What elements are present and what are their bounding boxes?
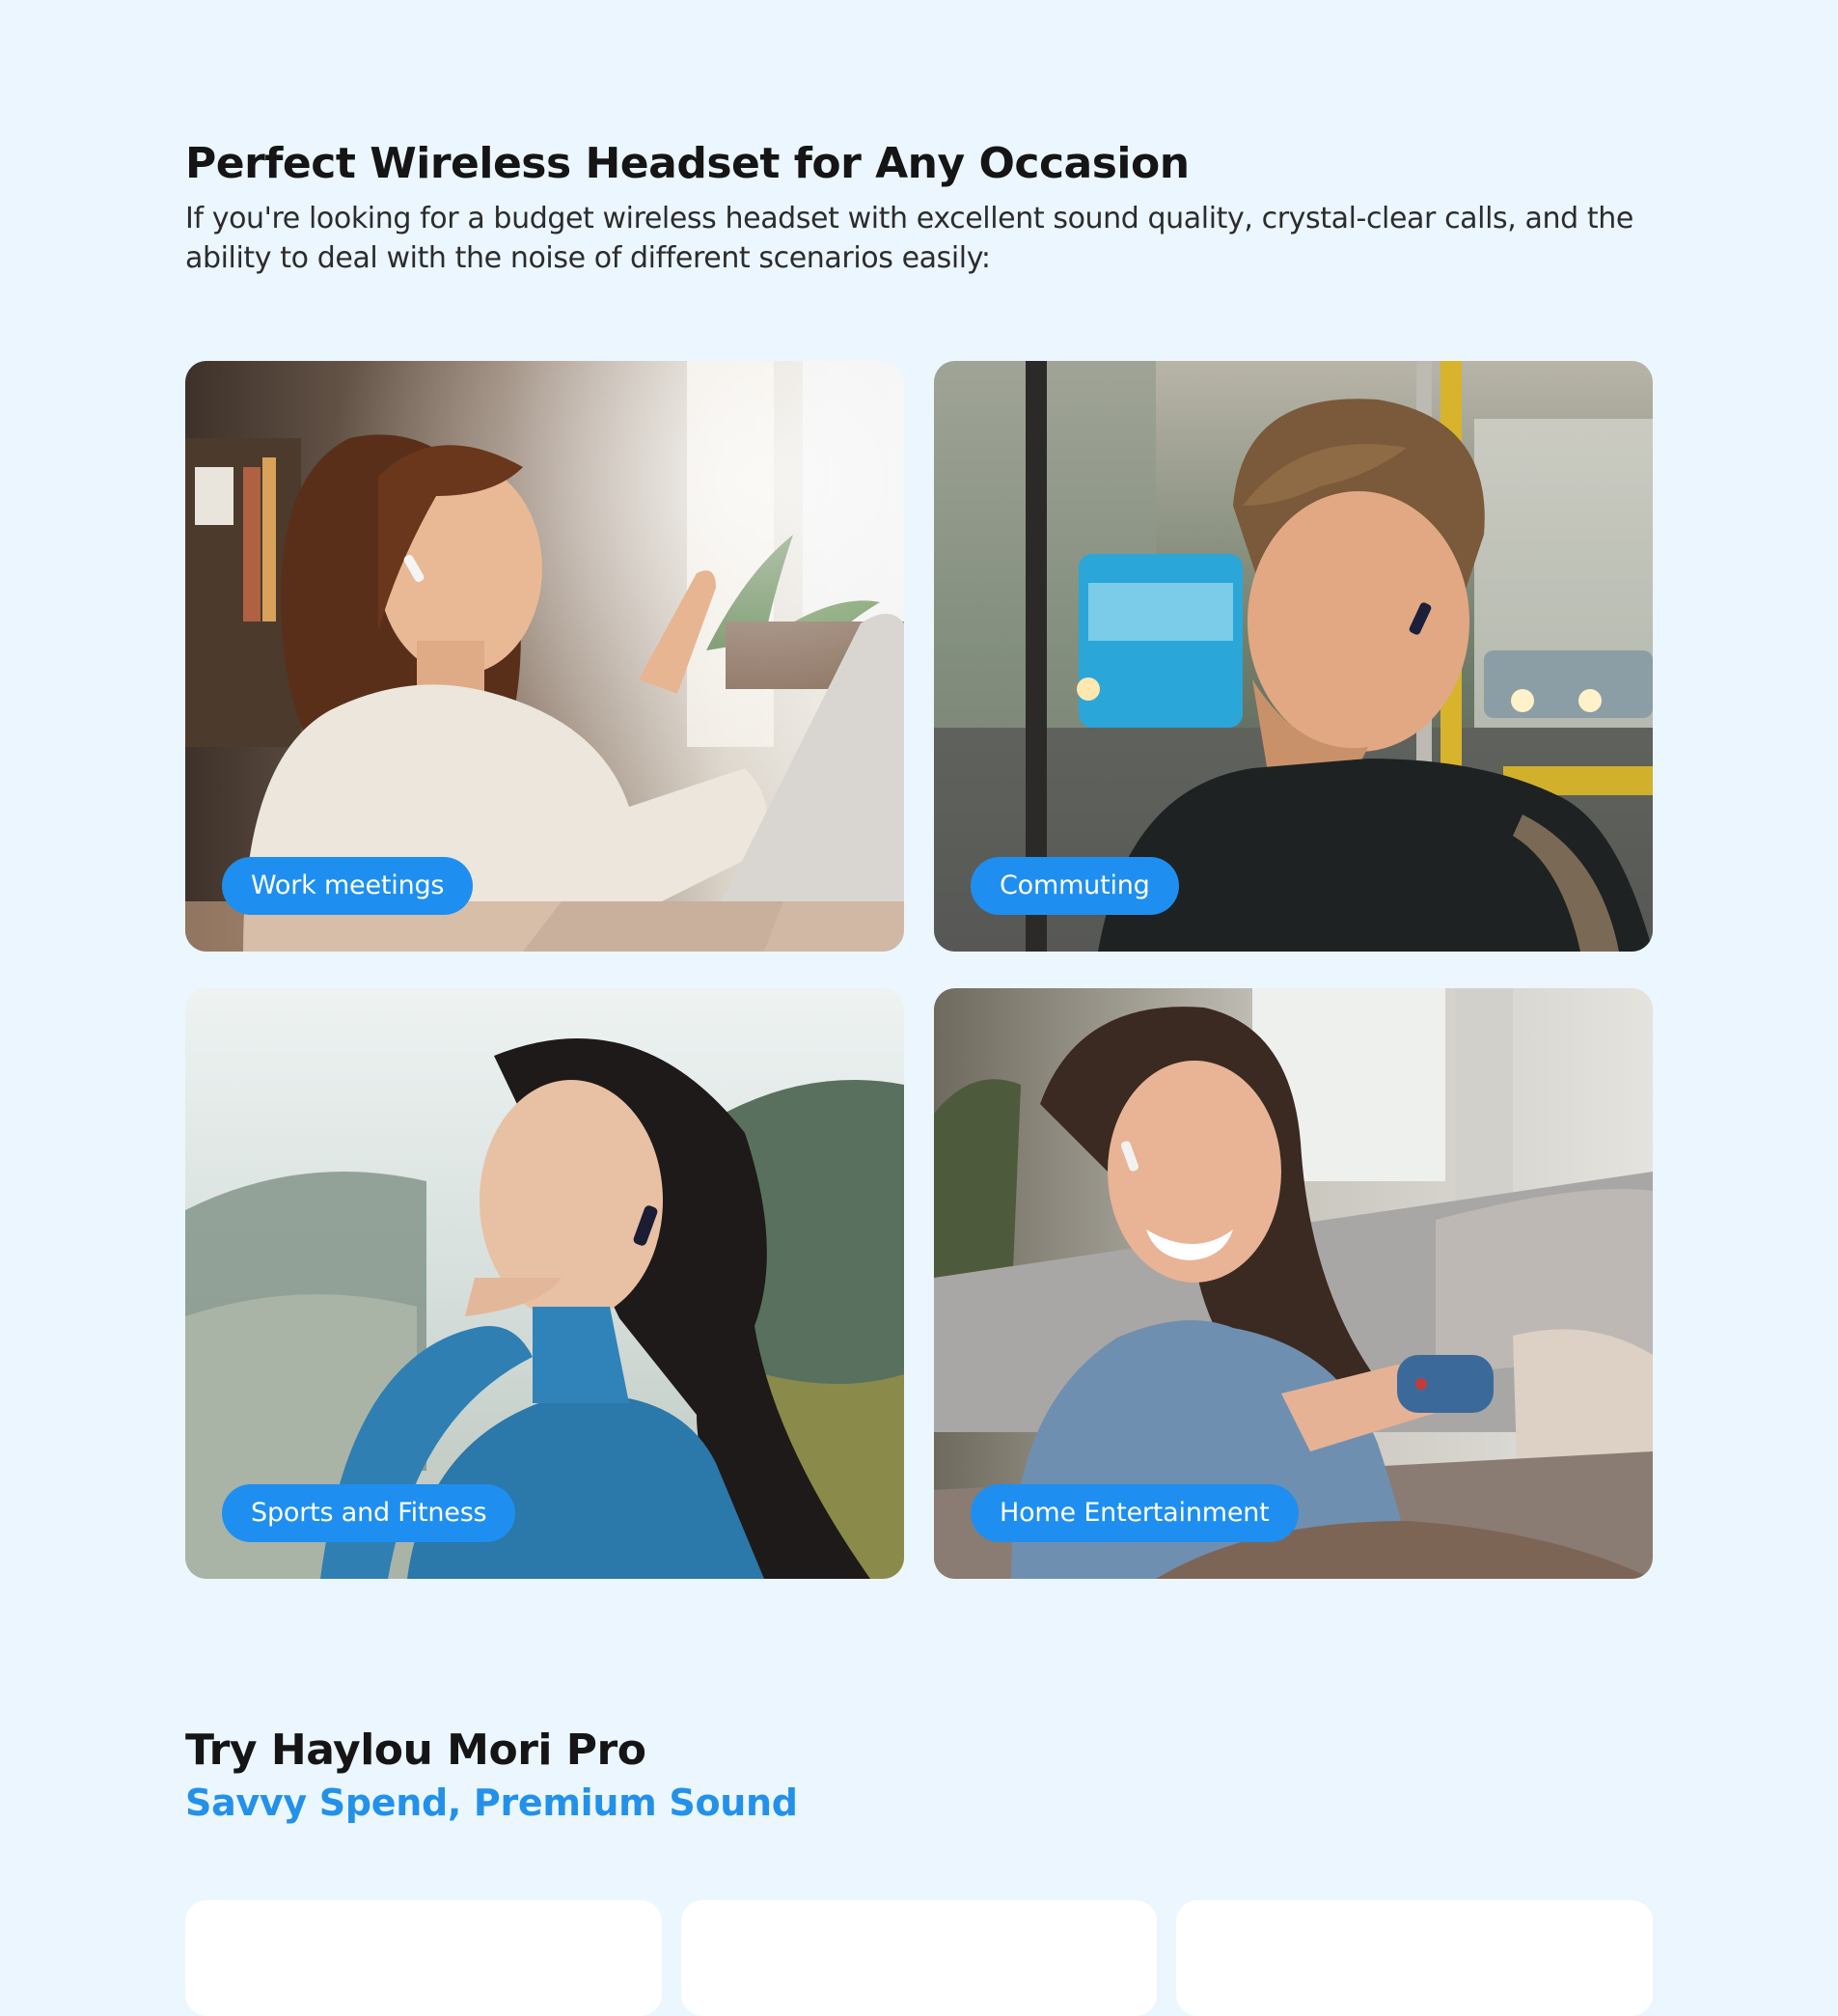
product-card[interactable] (1176, 1900, 1654, 2016)
product-card-row (185, 1900, 1654, 2016)
occasion-card-work-meetings: Work meetings (185, 361, 904, 952)
section-title: Perfect Wireless Headset for Any Occasio… (185, 139, 1190, 188)
occasion-card-commuting: Commuting (934, 361, 1653, 952)
occasion-grid: Work meetings Commuting Sports and Fitne… (185, 361, 1653, 1579)
product-card[interactable] (680, 1900, 1158, 2016)
try-product-section: Try Haylou Mori Pro Savvy Spend, Premium… (185, 1724, 1653, 1828)
product-card[interactable] (185, 1900, 662, 2016)
occasion-card-sports-fitness: Sports and Fitness (185, 988, 904, 1579)
occasion-section: Perfect Wireless Headset for Any Occasio… (185, 135, 1653, 278)
product-tagline: Savvy Spend, Premium Sound (185, 1781, 798, 1824)
occasion-card-home-entertainment: Home Entertainment (934, 988, 1653, 1579)
occasion-label[interactable]: Home Entertainment (971, 1484, 1299, 1542)
occasion-label[interactable]: Commuting (971, 857, 1179, 915)
section-description: If you're looking for a budget wireless … (185, 202, 1633, 275)
occasion-label[interactable]: Work meetings (222, 857, 474, 915)
product-title: Try Haylou Mori Pro (185, 1726, 646, 1775)
occasion-label[interactable]: Sports and Fitness (222, 1484, 516, 1542)
